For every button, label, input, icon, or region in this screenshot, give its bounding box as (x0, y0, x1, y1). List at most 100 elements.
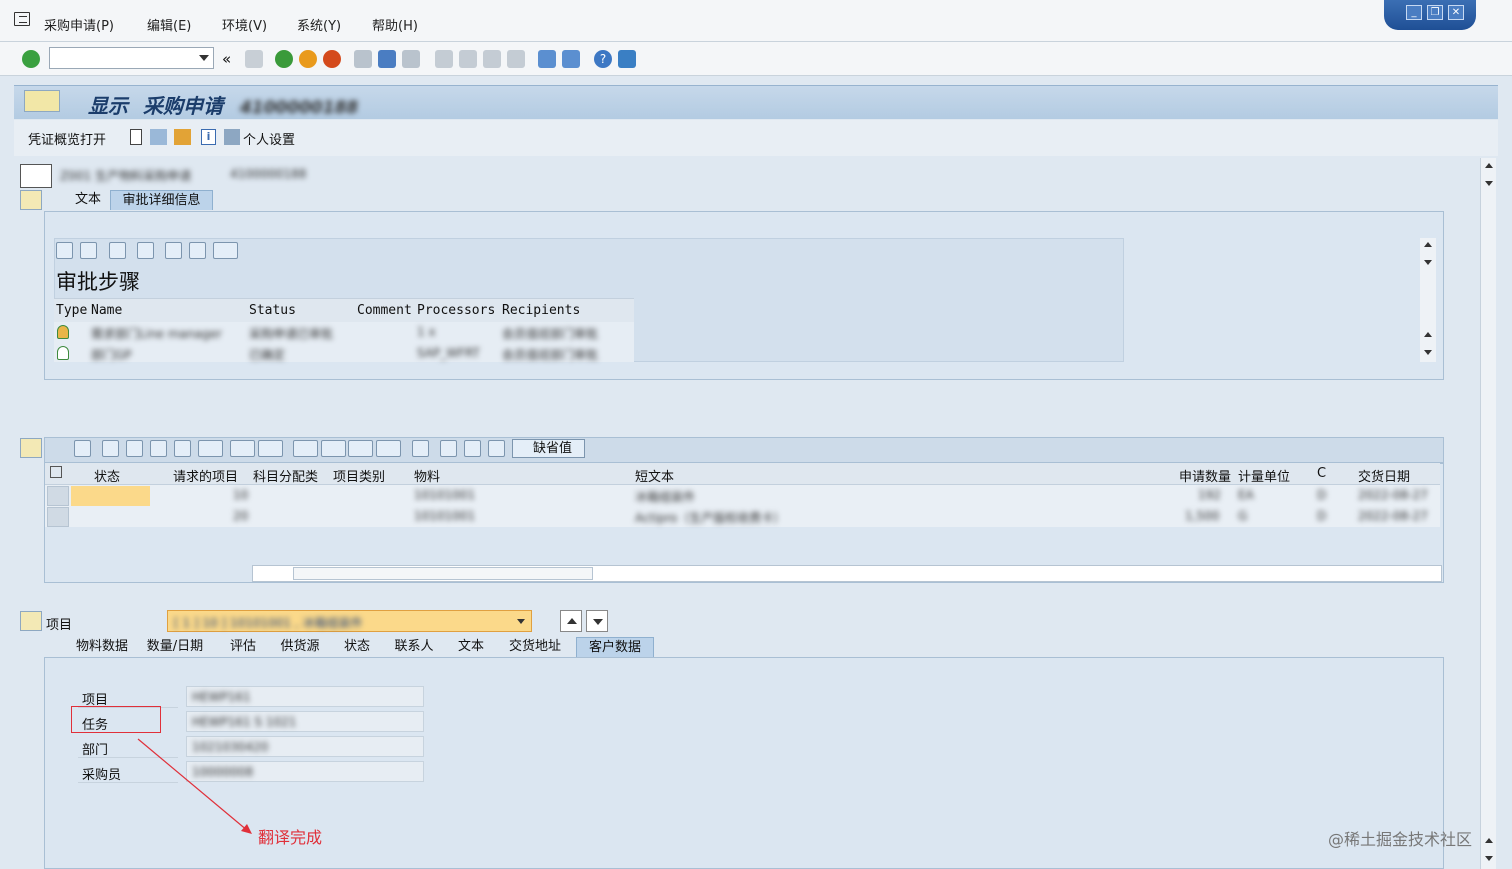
sum-icon[interactable] (230, 440, 255, 457)
scroll-thumb[interactable] (293, 567, 593, 580)
scroll-up-icon[interactable] (1424, 242, 1432, 247)
scroll-up-icon[interactable] (1424, 332, 1432, 337)
header-doc-type: Z001 生产物料采购申请 (60, 169, 191, 183)
menu-environment[interactable]: 环境(V) (222, 15, 267, 34)
document-icon[interactable] (488, 440, 505, 457)
exit-icon[interactable] (299, 50, 317, 68)
find-approval-icon[interactable] (165, 242, 182, 259)
item-row-2-c: D (1317, 509, 1327, 523)
tab-material-data[interactable]: 物料数据 (70, 637, 134, 657)
find-next-icon[interactable] (174, 440, 191, 457)
tab-customer-data[interactable]: 客户数据 (576, 637, 654, 657)
print-icon[interactable] (354, 50, 372, 68)
details-icon[interactable] (74, 440, 91, 457)
items-expand-icon[interactable] (20, 438, 42, 458)
scroll-down-icon[interactable] (1485, 181, 1493, 186)
next-page-icon[interactable] (483, 50, 501, 68)
tab-contact[interactable]: 联系人 (387, 637, 441, 657)
tab-header-text[interactable]: 文本 (66, 190, 110, 210)
help-icon[interactable]: ? (594, 50, 612, 68)
item-selector-value: [ 1 ] 10 ] 10101001 , 冰箱组装件 (174, 616, 363, 630)
filter-icon[interactable] (213, 242, 238, 259)
cancel-icon[interactable] (323, 50, 341, 68)
check-icon[interactable] (440, 440, 457, 457)
export-icon[interactable] (348, 440, 373, 457)
tab-text[interactable]: 文本 (451, 637, 491, 657)
filter-icon[interactable] (198, 440, 223, 457)
find-next-approval-icon[interactable] (189, 242, 206, 259)
scroll-up-icon[interactable] (1485, 163, 1493, 168)
scroll-down-icon[interactable] (1424, 260, 1432, 265)
system-menu-icon[interactable] (14, 12, 30, 26)
tab-source-of-supply[interactable]: 供货源 (273, 637, 327, 657)
select-all-icon[interactable] (50, 466, 62, 478)
save-icon[interactable] (245, 50, 263, 68)
item-row-2-unit: G (1238, 509, 1248, 523)
scroll-up-icon[interactable] (1485, 838, 1493, 843)
tab-valuation[interactable]: 评估 (223, 637, 263, 657)
personal-settings-button[interactable]: 个人设置 (243, 129, 295, 148)
status-cell-highlight[interactable] (71, 486, 150, 506)
org-icon[interactable] (464, 440, 481, 457)
personal-settings-icon[interactable] (224, 129, 240, 145)
info-icon[interactable] (412, 440, 429, 457)
item-selector[interactable]: [ 1 ] 10 ] 10101001 , 冰箱组装件 (167, 610, 532, 632)
collapse-icon[interactable]: « (222, 50, 240, 68)
find-next-icon[interactable] (402, 50, 420, 68)
user-icon (57, 346, 69, 360)
scroll-down-icon[interactable] (1485, 856, 1493, 861)
layout-menu-icon[interactable] (618, 50, 636, 68)
previous-page-icon[interactable] (459, 50, 477, 68)
header-expand-icon[interactable] (20, 190, 42, 210)
find-icon[interactable] (150, 440, 167, 457)
previous-item-button[interactable] (560, 610, 582, 632)
scroll-down-icon[interactable] (1424, 350, 1432, 355)
main-vscrollbar[interactable] (1480, 158, 1496, 869)
tab-delivery-address[interactable]: 交货地址 (501, 637, 569, 657)
tab-quantity-date[interactable]: 数量/日期 (137, 637, 213, 657)
shortcut-icon[interactable] (562, 50, 580, 68)
sort-ascending-icon[interactable] (102, 440, 119, 457)
items-hscrollbar[interactable] (252, 565, 1442, 582)
minimize-button[interactable]: _ (1406, 5, 1422, 20)
tab-approval-details[interactable]: 审批详细信息 (110, 190, 213, 210)
sort-descending-icon[interactable] (126, 440, 143, 457)
change-display-icon[interactable] (150, 129, 167, 145)
row-selector[interactable] (47, 507, 69, 527)
menu-edit[interactable]: 编辑(E) (147, 15, 191, 34)
menu-purchase-requisition[interactable]: 采购申请(P) (44, 15, 114, 34)
back-icon[interactable] (275, 50, 293, 68)
next-item-button[interactable] (586, 610, 608, 632)
overview-open-button[interactable]: 凭证概览打开 (28, 129, 106, 148)
info-icon[interactable]: i (201, 129, 216, 145)
close-button[interactable]: ✕ (1448, 5, 1464, 20)
new-session-icon[interactable] (538, 50, 556, 68)
item-detail-expand-icon[interactable] (20, 611, 42, 631)
menu-help[interactable]: 帮助(H) (372, 15, 418, 34)
first-page-icon[interactable] (435, 50, 453, 68)
views-icon[interactable] (321, 440, 346, 457)
subtotal-icon[interactable] (258, 440, 283, 457)
collapse-all-icon[interactable] (80, 242, 97, 259)
tab-status[interactable]: 状态 (337, 637, 377, 657)
details-icon[interactable] (137, 242, 154, 259)
default-values-button[interactable]: 缺省值 (512, 439, 585, 458)
layout-icon[interactable] (376, 440, 401, 457)
chevron-down-icon[interactable] (517, 619, 525, 624)
last-page-icon[interactable] (507, 50, 525, 68)
print-icon[interactable] (293, 440, 318, 457)
restore-button[interactable]: ❐ (1427, 5, 1443, 20)
row-selector[interactable] (47, 486, 69, 506)
refresh-icon[interactable] (109, 242, 126, 259)
other-document-icon[interactable] (174, 129, 191, 145)
menu-system[interactable]: 系统(Y) (297, 15, 341, 34)
chevron-down-icon[interactable] (199, 55, 209, 61)
command-field[interactable] (49, 47, 214, 69)
item-row-1-date: 2022-08-27 (1358, 488, 1428, 502)
enter-check-icon[interactable] (22, 50, 40, 68)
expand-all-icon[interactable] (56, 242, 73, 259)
find-icon[interactable] (378, 50, 396, 68)
field-project-value: HEWP161 (192, 690, 251, 704)
new-document-icon[interactable] (130, 129, 142, 145)
approval-scrollbar[interactable] (1420, 238, 1436, 362)
